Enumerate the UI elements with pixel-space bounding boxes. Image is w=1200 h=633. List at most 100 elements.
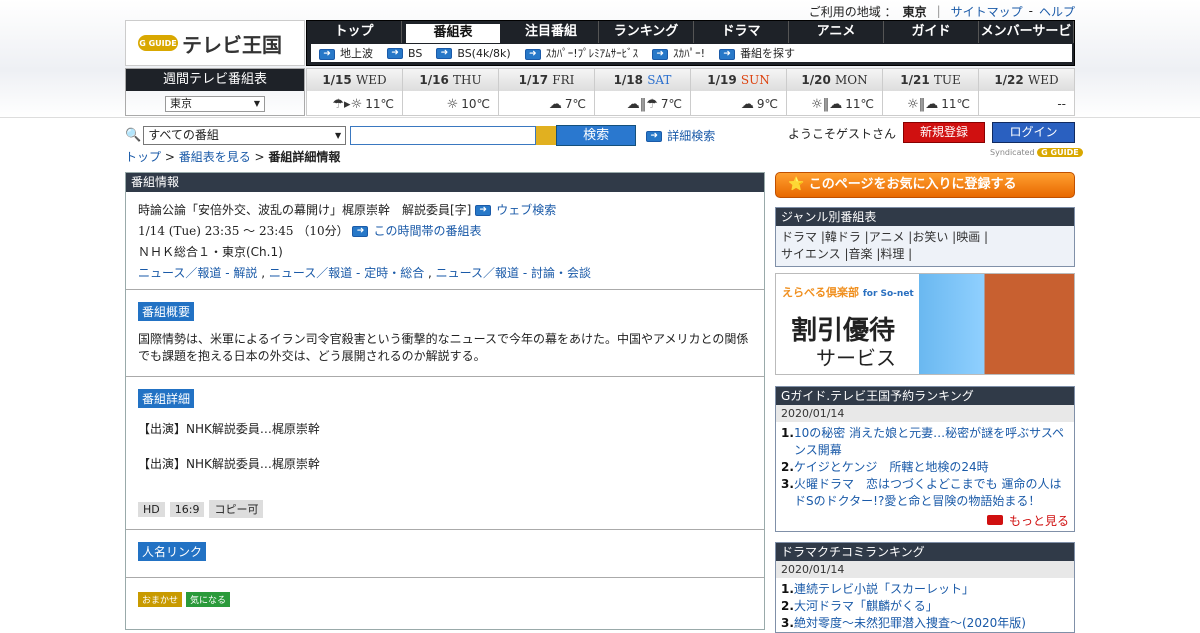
web-search-link[interactable]: ➜ ウェブ検索 — [475, 203, 556, 217]
day-tab[interactable]: 1/20 MON ☼‖☁ 11℃ — [787, 68, 883, 116]
weather-icon: ☼‖☁ — [811, 97, 843, 112]
day-tab[interactable]: 1/19 SUN ☁ 9℃ — [691, 68, 787, 116]
sub-nav: ➜ 地上波 ➜ BS ➜ BS(4k/8k) ➜ ｽｶﾊﾟｰ!ﾌﾟﾚﾐｱﾑｻｰﾋﾞｽ ➜… — [311, 44, 1072, 62]
subnav-bs4k[interactable]: ➜ BS(4k/8k) — [436, 47, 511, 60]
ranking-item[interactable]: 3. 火曜ドラマ 恋はつづくよどこまでも 運命の人はドSのドクター!?愛と命と冒険… — [781, 476, 1069, 510]
arrow-icon: ➜ — [436, 48, 453, 59]
register-button[interactable]: 新規登録 — [903, 122, 985, 143]
weather-icon: ☼‖☁ — [907, 97, 939, 112]
drama-ranking: ドラマクチコミランキング 2020/01/14 1. 連続テレビ小説「スカーレット… — [775, 542, 1075, 633]
ranking-item[interactable]: 2. ケイジとケンジ 所轄と地検の24時 — [781, 459, 1069, 476]
arrow-icon: ➜ — [652, 48, 669, 60]
add-favorite-button[interactable]: ⭐ このページをお気に入りに登録する — [775, 172, 1075, 198]
summary-text: 国際情勢は、米軍によるイラン司令官殺害という衝撃的なニュースで今年の幕をあけた。… — [138, 332, 749, 363]
day-tab[interactable]: 1/22 WED -- — [979, 68, 1075, 116]
arrow-icon: ➜ — [719, 48, 736, 60]
subnav-skyperfect-premium[interactable]: ➜ ｽｶﾊﾟｰ!ﾌﾟﾚﾐｱﾑｻｰﾋﾞｽ — [524, 45, 638, 61]
help-link[interactable]: ヘルプ — [1039, 3, 1075, 20]
nav-member[interactable]: メンバーサービス — [979, 21, 1074, 61]
genre-links[interactable]: サイエンス |音楽 |料理 | — [781, 246, 1069, 263]
ranking-title: Gガイド.テレビ王国予約ランキング — [776, 387, 1074, 405]
area-select[interactable]: 東京 ▼ — [165, 96, 265, 112]
nav-top[interactable]: トップ — [307, 21, 402, 43]
weather-icon: ☼ — [446, 97, 459, 112]
day-tab[interactable]: 1/15 WED ☂▸☼ 11℃ — [306, 68, 403, 116]
day-tab[interactable]: 1/21 TUE ☼‖☁ 11℃ — [883, 68, 979, 116]
arrow-icon: ➜ — [319, 48, 335, 60]
more-link[interactable]: もっと見る — [776, 510, 1074, 531]
nav-drama[interactable]: ドラマ — [694, 21, 789, 43]
sitemap-link[interactable]: サイトマップ — [951, 3, 1023, 20]
search-icon: 🔍 — [125, 128, 142, 143]
region-value[interactable]: 東京 — [903, 3, 927, 20]
genre-links[interactable]: ドラマ |韓ドラ |アニメ |お笑い |映画 | — [781, 229, 1069, 246]
detail-label: 番組詳細 — [138, 389, 195, 408]
login-button[interactable]: ログイン — [992, 122, 1075, 143]
day-tab[interactable]: 1/18 SAT ☁‖☂ 7℃ — [595, 68, 691, 116]
nav-anime[interactable]: アニメ — [789, 21, 884, 43]
subnav-bs[interactable]: ➜ BS — [387, 47, 422, 60]
welcome-text: ようこそゲストさん — [788, 127, 897, 141]
day-tab[interactable]: 1/17 FRI ☁ 7℃ — [499, 68, 595, 116]
nav-featured[interactable]: 注目番組 — [504, 21, 599, 43]
weekly-guide: 週間テレビ番組表 東京 ▼ — [125, 68, 305, 116]
format-tags: HD 16:9 コピー可 — [138, 500, 752, 518]
nav-program-guide[interactable]: 番組表 — [406, 24, 500, 43]
omakase-button[interactable]: おまかせ — [138, 592, 183, 607]
advanced-search-link[interactable]: ➜ 詳細検索 — [646, 127, 715, 144]
tag-aspect: 16:9 — [169, 502, 205, 517]
arrow-icon: ➜ — [352, 226, 369, 237]
temperature: 9℃ — [756, 97, 778, 111]
temperature: 11℃ — [365, 97, 394, 111]
breadcrumb-current: 番組詳細情報 — [268, 150, 341, 164]
star-icon: ⭐ — [788, 177, 805, 192]
nav-ranking[interactable]: ランキング — [599, 21, 694, 43]
nav-guide[interactable]: ガイド — [884, 21, 979, 43]
subnav-find-program[interactable]: ➜ 番組を探す — [719, 45, 795, 61]
ranking-item[interactable]: 1. 連続テレビ小説「スカーレット」 — [781, 581, 1069, 598]
temperature: 7℃ — [564, 97, 586, 111]
genre-link[interactable]: ニュース／報道 - 解説 — [138, 266, 257, 280]
ranking-item[interactable]: 3. 絶対零度～未然犯罪潜入捜査～(2020年版) — [781, 615, 1069, 632]
person-label: 人名リンク — [138, 542, 207, 561]
temperature: 10℃ — [461, 97, 490, 111]
summary-section: 番組概要 国際情勢は、米軍によるイラン司令官殺害という衝撃的なニュースで今年の幕… — [126, 290, 764, 377]
ranking-date: 2020/01/14 — [776, 561, 1074, 578]
arrow-icon: ➜ — [524, 48, 541, 60]
breadcrumb-top[interactable]: トップ — [125, 150, 161, 164]
weather-icon: ☁ — [740, 97, 754, 112]
genre-title: ジャンル別番組表 — [776, 208, 1074, 226]
section-header: 番組情報 — [126, 173, 764, 192]
search-input[interactable] — [350, 126, 537, 145]
ad-banner[interactable]: えらべる倶楽部 for So-net 割引優待 サービス — [775, 273, 1075, 375]
kininaru-button[interactable]: 気になる — [186, 592, 231, 607]
region-label: ご利用の地域 ： — [808, 4, 897, 19]
syndicated-logo: Syndicated G GUIDE — [990, 148, 1083, 157]
weekly-title[interactable]: 週間テレビ番組表 — [126, 69, 304, 91]
search-scope-select[interactable]: すべての番組 ▼ — [143, 126, 347, 145]
program-title: 時論公論「安倍外交、波乱の幕開け」梶原崇幹 解説委員[字] — [138, 203, 472, 217]
utility-bar: ご利用の地域 ： 東京 | サイトマップ - ヘルプ — [809, 3, 1075, 19]
site-logo[interactable]: G GUIDE テレビ王国 — [125, 20, 305, 66]
ranking-item[interactable]: 2. 大河ドラマ「麒麟がくる」 — [781, 598, 1069, 615]
genre-link[interactable]: ニュース／報道 - 討論・会談 — [436, 266, 591, 280]
arrow-icon: ➜ — [387, 48, 403, 59]
temperature: -- — [1057, 97, 1066, 111]
ranking-item[interactable]: 1. 10の秘密 消えた娘と元妻…秘密が謎を呼ぶサスペンス開幕 — [781, 425, 1069, 459]
breadcrumb: トップ > 番組表を見る > 番組詳細情報 — [125, 150, 341, 164]
detail-text: 【出演】NHK解説委員…梶原崇幹 — [138, 422, 320, 436]
search-button[interactable]: 検索 — [556, 125, 637, 146]
genre-link[interactable]: ニュース／報道 - 定時・総合 — [269, 266, 424, 280]
subnav-skyperfect[interactable]: ➜ ｽｶﾊﾟｰ! — [652, 45, 705, 61]
dropdown-arrow-icon: ▼ — [253, 99, 260, 108]
tag-hd: HD — [138, 502, 165, 517]
timeslot-link[interactable]: ➜ この時間帯の番組表 — [352, 224, 482, 238]
breadcrumb-guide[interactable]: 番組表を見る — [179, 150, 251, 164]
detail-section: 番組詳細 【出演】NHK解説委員…梶原崇幹 【出演】NHK解説委員…梶原崇幹 H… — [126, 377, 764, 530]
person-section: 人名リンク — [126, 530, 764, 578]
day-tab[interactable]: 1/16 THU ☼ 10℃ — [403, 68, 499, 116]
weather-icon: ☁ — [548, 97, 562, 112]
subnav-terrestrial[interactable]: ➜ 地上波 — [319, 45, 373, 61]
program-time: 1/14 (Tue) 23:35 ～ 23:45 （10分） — [138, 224, 349, 238]
divider: - — [1028, 4, 1033, 18]
